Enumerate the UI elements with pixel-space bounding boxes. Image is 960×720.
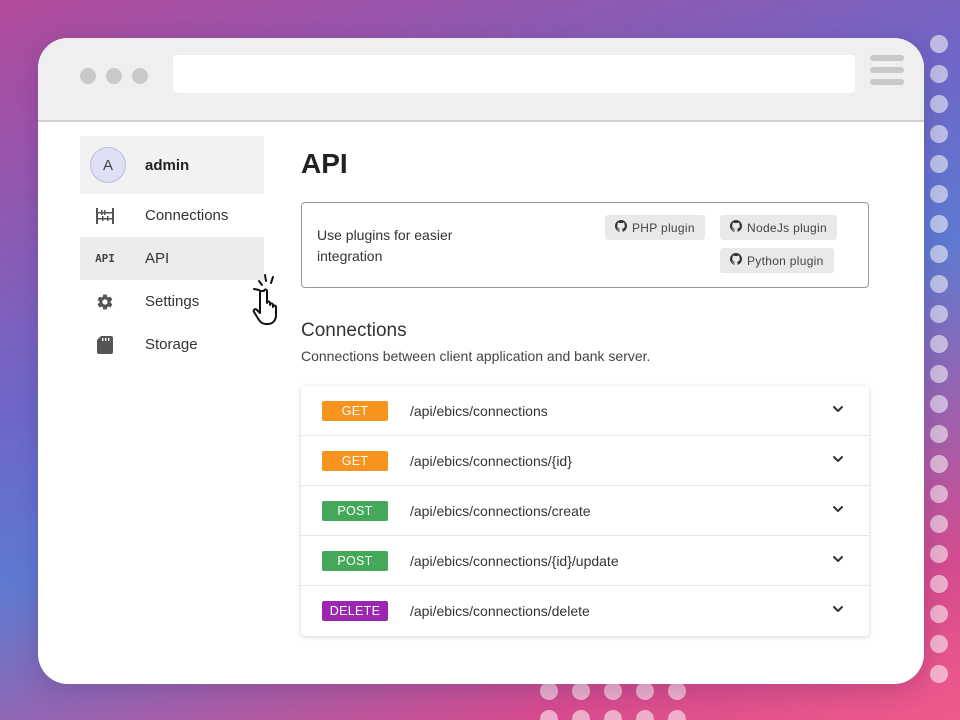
- method-badge: GET: [322, 450, 388, 471]
- decorative-dot: [604, 710, 622, 720]
- decorative-dot: [930, 635, 948, 653]
- github-icon: [615, 220, 628, 235]
- pointer-hand-icon: [245, 271, 301, 332]
- method-badge: DELETE: [322, 601, 388, 621]
- window-controls: [80, 68, 148, 84]
- endpoint-path: /api/ebics/connections/{id}: [410, 452, 572, 469]
- plugin-button-label: NodeJs plugin: [747, 220, 827, 235]
- decorative-dot: [930, 335, 948, 353]
- address-bar[interactable]: [173, 55, 855, 93]
- decorative-dot: [930, 575, 948, 593]
- storage-icon: [94, 335, 116, 355]
- decorative-dot: [540, 682, 558, 700]
- decorative-dot: [930, 425, 948, 443]
- decorative-dot: [930, 215, 948, 233]
- page-title: API: [301, 148, 348, 179]
- chevron-down-icon[interactable]: [831, 602, 845, 616]
- decorative-dot: [930, 275, 948, 293]
- window-dot[interactable]: [132, 68, 148, 84]
- window-dot[interactable]: [106, 68, 122, 84]
- gear-icon: [94, 292, 116, 312]
- decorative-dot: [930, 365, 948, 383]
- sidebar-item-label: Connections: [145, 207, 229, 224]
- decorative-dot: [930, 605, 948, 623]
- sidebar-item-storage[interactable]: Storage: [80, 323, 264, 366]
- decorative-dot: [930, 395, 948, 413]
- section-description: Connections between client application a…: [301, 348, 651, 364]
- python-plugin-button[interactable]: Python plugin: [720, 248, 834, 273]
- endpoint-path: /api/ebics/connections: [410, 402, 548, 419]
- decorative-dot: [930, 125, 948, 143]
- sidebar-item-connections[interactable]: Connections: [80, 194, 264, 237]
- endpoint-path: /api/ebics/connections/{id}/update: [410, 552, 619, 569]
- php-plugin-button[interactable]: PHP plugin: [605, 215, 705, 240]
- chevron-down-icon[interactable]: [831, 502, 845, 516]
- decorative-dot: [930, 485, 948, 503]
- browser-titlebar: [38, 38, 924, 122]
- decorative-dot: [540, 710, 558, 720]
- decorative-dot: [636, 710, 654, 720]
- decorative-dot: [930, 35, 948, 53]
- decorative-dot: [930, 185, 948, 203]
- nodejs-plugin-button[interactable]: NodeJs plugin: [720, 215, 837, 240]
- sidebar-item-label: API: [145, 250, 170, 267]
- decorative-dot: [930, 665, 948, 683]
- decorative-dot: [930, 95, 948, 113]
- browser-window: A admin Connections API API Settings Sto…: [38, 38, 924, 684]
- sidebar-item-api[interactable]: API API: [80, 237, 264, 280]
- decorative-dot: [930, 545, 948, 563]
- endpoint-path: /api/ebics/connections/create: [410, 502, 591, 519]
- method-badge: POST: [322, 500, 388, 521]
- chevron-down-icon[interactable]: [831, 552, 845, 566]
- main-content: API Use plugins for easier integration P…: [301, 148, 869, 636]
- endpoint-row[interactable]: GET /api/ebics/connections/{id}: [301, 436, 869, 486]
- plugin-button-label: Python plugin: [747, 253, 824, 268]
- sidebar-item-settings[interactable]: Settings: [80, 280, 264, 323]
- github-icon: [730, 253, 743, 268]
- window-dot[interactable]: [80, 68, 96, 84]
- sidebar-item-label: Settings: [145, 293, 200, 310]
- decorative-dot: [668, 710, 686, 720]
- endpoint-row[interactable]: POST /api/ebics/connections/{id}/update: [301, 536, 869, 586]
- decorative-dot: [604, 682, 622, 700]
- plugin-button-label: PHP plugin: [632, 220, 695, 235]
- decorative-dot: [930, 155, 948, 173]
- endpoint-row[interactable]: DELETE /api/ebics/connections/delete: [301, 586, 869, 636]
- api-icon: API: [95, 252, 115, 265]
- sidebar-item-label: Storage: [145, 336, 198, 353]
- decorative-dot: [930, 65, 948, 83]
- chevron-down-icon[interactable]: [831, 402, 845, 416]
- decorative-dot: [930, 245, 948, 263]
- decorative-dot: [572, 682, 590, 700]
- connections-icon: [94, 206, 116, 226]
- decorative-dot: [668, 682, 686, 700]
- plugins-panel: Use plugins for easier integration PHP p…: [301, 202, 869, 288]
- method-badge: POST: [322, 550, 388, 571]
- decorative-dot: [930, 515, 948, 533]
- section-title: Connections: [301, 320, 407, 341]
- avatar: A: [90, 147, 126, 183]
- plugins-description: Use plugins for easier integration: [317, 227, 453, 264]
- endpoint-path: /api/ebics/connections/delete: [410, 603, 590, 619]
- decorative-dot: [930, 305, 948, 323]
- menu-icon[interactable]: [870, 55, 904, 91]
- decorative-dot: [636, 682, 654, 700]
- github-icon: [730, 220, 743, 235]
- method-badge: GET: [322, 400, 388, 421]
- endpoint-row[interactable]: GET /api/ebics/connections: [301, 386, 869, 436]
- username: admin: [145, 156, 190, 174]
- endpoint-row[interactable]: POST /api/ebics/connections/create: [301, 486, 869, 536]
- sidebar: A admin Connections API API Settings Sto…: [80, 136, 277, 366]
- chevron-down-icon[interactable]: [831, 452, 845, 466]
- decorative-dot: [930, 455, 948, 473]
- decorative-dot: [572, 710, 590, 720]
- user-profile[interactable]: A admin: [80, 136, 264, 194]
- endpoint-list: GET /api/ebics/connections GET /api/ebic…: [301, 386, 869, 636]
